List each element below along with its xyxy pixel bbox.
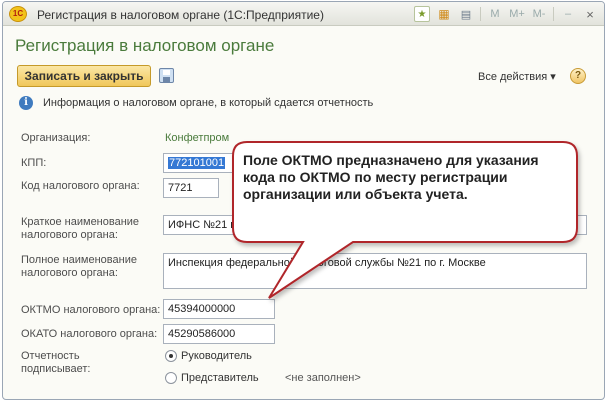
short-name-label: Краткое наименование налогового органа: (21, 216, 140, 241)
separator (553, 7, 554, 21)
short-name-field[interactable]: ИФНС №21 по г. Москве (163, 215, 587, 235)
all-actions-menu[interactable]: Все действия ▾ (478, 70, 556, 83)
separator (480, 7, 481, 21)
okato-label: ОКАТО налогового органа: (21, 328, 158, 340)
oktmo-field[interactable]: 45394000000 (163, 299, 275, 319)
help-icon[interactable]: ? (570, 68, 586, 84)
radio-director[interactable] (165, 350, 177, 362)
full-name-label: Полное наименование налогового органа: (21, 254, 137, 279)
m-icon[interactable]: M (487, 6, 503, 22)
title-bar-icons: ★ ▦ ▤ M M+ M- – × (414, 5, 598, 23)
form-title: Регистрация в налоговом органе (15, 36, 275, 55)
okato-field[interactable]: 45290586000 (163, 324, 275, 344)
save-and-close-button[interactable]: Записать и закрыть (17, 65, 151, 87)
representative-hint[interactable]: <не заполнен> (285, 372, 361, 384)
organization-value[interactable]: Конфетпром (165, 132, 229, 144)
form-window: 1С Регистрация в налоговом органе (1С:Пр… (2, 1, 605, 400)
kpp-field[interactable]: 772101001 (163, 153, 243, 173)
m-minus-icon[interactable]: M- (531, 6, 547, 22)
full-name-field[interactable]: Инспекция федеральной налоговой службы №… (163, 253, 587, 289)
callout-text: Поле ОКТМО предназначено для указания ко… (243, 152, 539, 202)
window-title: Регистрация в налоговом органе (1С:Предп… (37, 8, 324, 22)
radio-representative[interactable] (165, 372, 177, 384)
calculator-icon[interactable]: ▤ (458, 6, 474, 22)
calendar-icon[interactable]: ▦ (436, 6, 452, 22)
save-disk-icon[interactable] (159, 68, 174, 83)
kpp-value: 772101001 (168, 157, 226, 169)
info-icon: i (19, 96, 33, 110)
minimize-icon[interactable]: – (560, 6, 576, 22)
radio-representative-label[interactable]: Представитель (181, 372, 259, 384)
m-plus-icon[interactable]: M+ (509, 6, 525, 22)
radio-director-label[interactable]: Руководитель (181, 350, 252, 362)
app-logo-icon: 1С (9, 6, 27, 22)
signer-label: Отчетность подписывает: (21, 350, 91, 375)
kpp-label: КПП: (21, 157, 47, 169)
organization-label: Организация: (21, 132, 91, 144)
oktmo-label: ОКТМО налогового органа: (21, 304, 161, 316)
info-text: Информация о налоговом органе, в который… (43, 97, 374, 109)
star-icon[interactable]: ★ (414, 6, 430, 22)
close-icon[interactable]: × (582, 6, 598, 22)
tax-code-field[interactable]: 7721 (163, 178, 219, 198)
tax-code-label: Код налогового органа: (21, 180, 140, 192)
title-bar: 1С Регистрация в налоговом органе (1С:Пр… (3, 2, 604, 26)
